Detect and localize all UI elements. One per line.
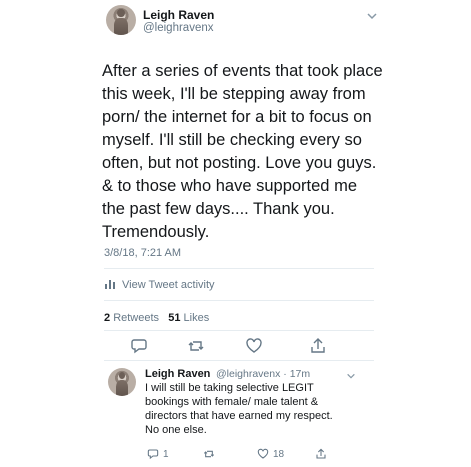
- chevron-down-icon[interactable]: [366, 10, 378, 25]
- tweet-stats: 2 Retweets 51 Likes: [104, 312, 209, 324]
- reply-like-button[interactable]: 18: [257, 448, 284, 460]
- view-activity-link[interactable]: View Tweet activity: [104, 277, 215, 292]
- reply-button[interactable]: [130, 337, 148, 355]
- tweet-screenshot: Leigh Raven @leighravenx After a series …: [0, 0, 471, 467]
- reply-count: 1: [163, 448, 169, 460]
- view-activity-label: View Tweet activity: [122, 278, 215, 291]
- reply-retweet-button[interactable]: [203, 448, 215, 460]
- avatar-head: [118, 371, 126, 380]
- share-icon: [311, 338, 325, 353]
- divider: [104, 360, 374, 361]
- retweets-count[interactable]: 2: [104, 312, 110, 324]
- divider: [104, 268, 374, 269]
- retweets-label[interactable]: Retweets: [113, 312, 159, 324]
- reply-actions: 1 18: [147, 448, 347, 462]
- like-button[interactable]: [245, 337, 263, 355]
- main-user-handle[interactable]: @leighravenx: [143, 22, 214, 34]
- speech-bubble-icon: [147, 449, 159, 460]
- divider: [104, 330, 374, 331]
- avatar-body: [115, 380, 129, 396]
- reply-share-button[interactable]: [315, 448, 327, 460]
- main-tweet-timestamp[interactable]: 3/8/18, 7:21 AM: [104, 247, 181, 259]
- heart-icon: [257, 448, 269, 459]
- avatar-body: [114, 18, 128, 35]
- reply-reply-button[interactable]: 1: [147, 448, 169, 460]
- retweet-icon: [203, 450, 215, 458]
- share-icon: [316, 448, 326, 459]
- main-user-name[interactable]: Leigh Raven: [143, 8, 214, 22]
- reply-avatar[interactable]: [108, 368, 136, 396]
- divider: [104, 300, 374, 301]
- reply-tweet-text: I will still be taking selective LEGIT b…: [145, 382, 333, 436]
- reply-user-name[interactable]: Leigh Raven: [145, 368, 210, 380]
- retweet-icon: [188, 341, 204, 351]
- speech-bubble-icon: [131, 339, 147, 354]
- share-button[interactable]: [309, 337, 327, 355]
- reply-handle-time[interactable]: @leighravenx · 17m: [216, 368, 310, 380]
- likes-count[interactable]: 51: [168, 312, 180, 324]
- retweet-button[interactable]: [187, 337, 205, 355]
- main-avatar[interactable]: [106, 5, 136, 35]
- heart-icon: [246, 338, 262, 353]
- avatar-head: [117, 9, 125, 17]
- like-count: 18: [273, 448, 285, 460]
- likes-label[interactable]: Likes: [184, 312, 210, 324]
- bar-chart-icon: [104, 277, 116, 292]
- main-tweet-text: After a series of events that took place…: [102, 62, 383, 241]
